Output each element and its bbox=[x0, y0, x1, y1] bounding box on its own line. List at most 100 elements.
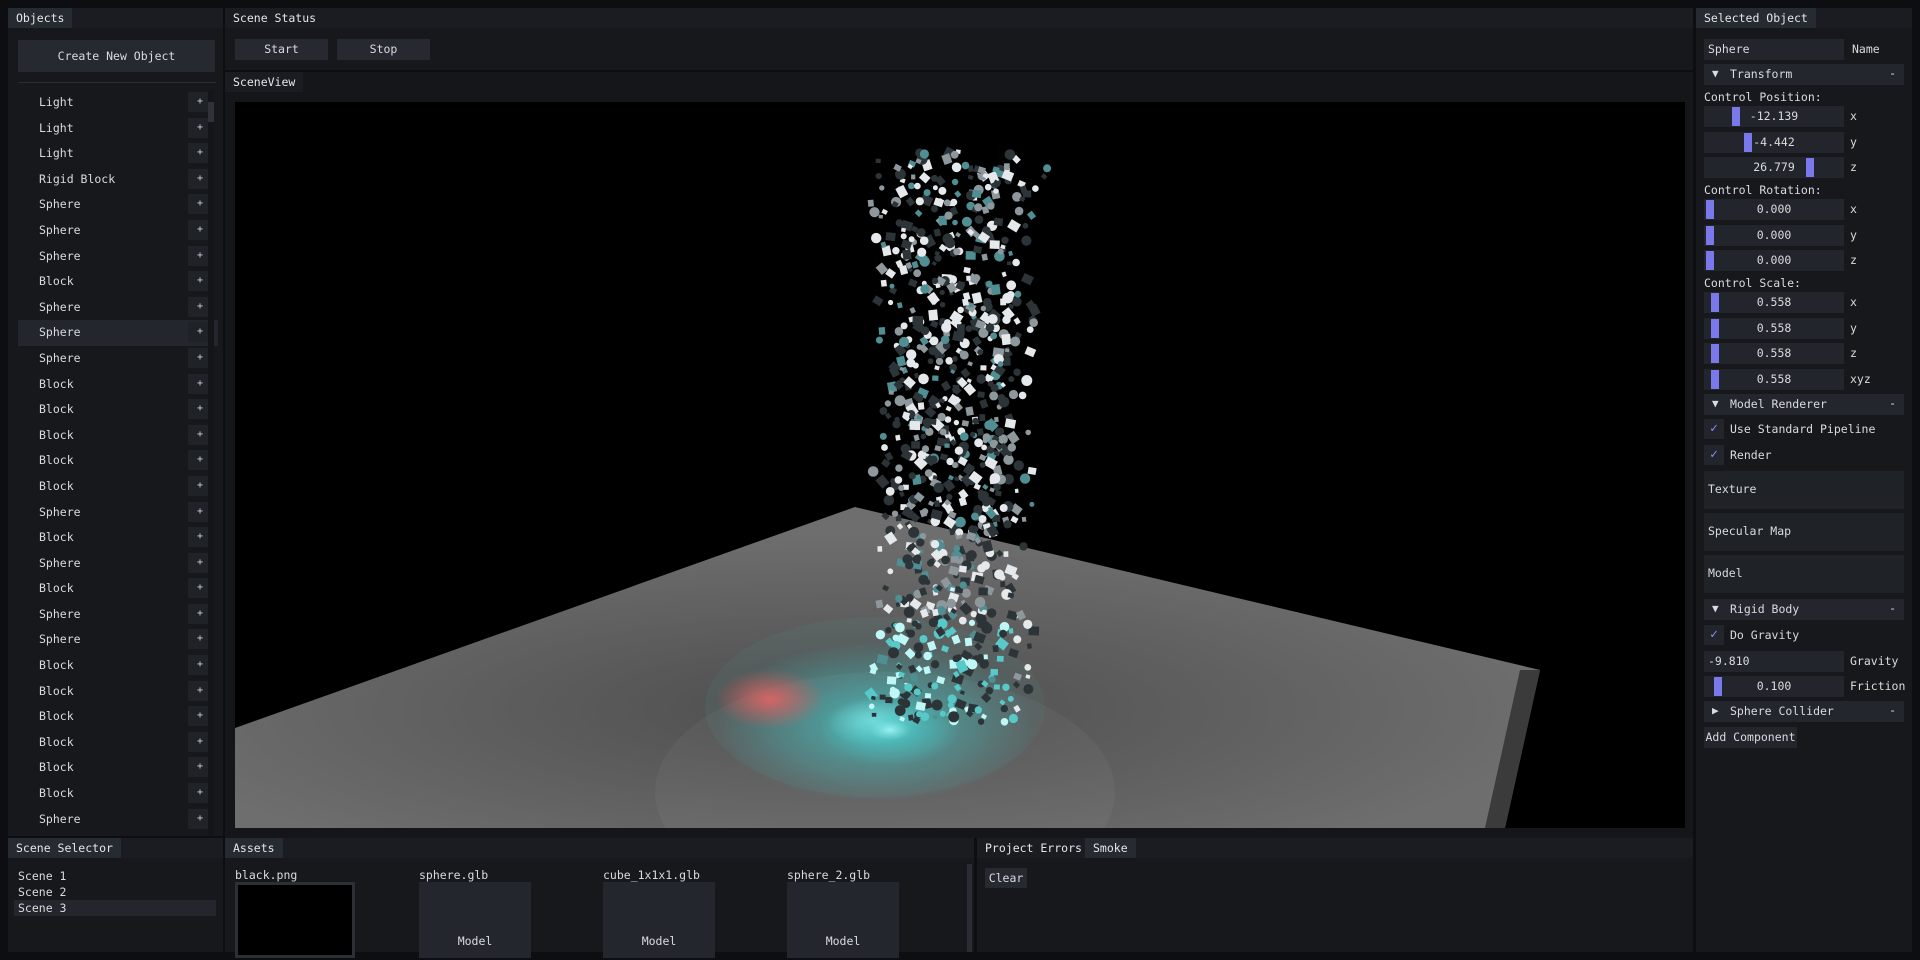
object-list-item[interactable]: Sphere + bbox=[18, 346, 218, 372]
axis-label: y bbox=[1850, 320, 1857, 335]
object-label: Block bbox=[39, 478, 74, 493]
sphere-particle bbox=[989, 473, 1001, 484]
value-slider[interactable]: 0.558 bbox=[1704, 343, 1844, 364]
sphere-particle bbox=[901, 699, 911, 708]
remove-component-button[interactable]: - bbox=[1889, 703, 1896, 717]
object-list-item[interactable]: Sphere + bbox=[18, 602, 218, 628]
model-thumbnail[interactable]: Model bbox=[603, 882, 715, 958]
object-list-item[interactable]: Light + bbox=[18, 116, 218, 142]
object-list-item[interactable]: Block + bbox=[18, 653, 218, 679]
remove-component-button[interactable]: - bbox=[1889, 601, 1896, 615]
object-list-item[interactable]: Sphere + bbox=[18, 807, 218, 833]
checkbox-checked-icon[interactable]: ✓ bbox=[1704, 419, 1724, 439]
smoke-tab[interactable]: Smoke bbox=[1085, 838, 1136, 858]
block-particle bbox=[990, 284, 1001, 296]
object-list-item[interactable]: Sphere + bbox=[18, 320, 218, 346]
stop-button[interactable]: Stop bbox=[337, 39, 430, 60]
checkbox-checked-icon[interactable]: ✓ bbox=[1704, 625, 1724, 645]
transform-header[interactable]: ▼ Transform - bbox=[1704, 64, 1904, 85]
object-list-item[interactable]: Block + bbox=[18, 525, 218, 551]
sphere-particle bbox=[943, 199, 951, 207]
scene-status-tab[interactable]: Scene Status bbox=[225, 8, 325, 28]
objects-tab[interactable]: Objects bbox=[8, 8, 73, 28]
assets-scrollbar[interactable] bbox=[967, 864, 972, 952]
assets-tab[interactable]: Assets bbox=[225, 838, 283, 858]
scene-item[interactable]: Scene 2 bbox=[14, 884, 216, 900]
block-particle bbox=[880, 279, 887, 287]
scene-selector-tab[interactable]: Scene Selector bbox=[8, 838, 121, 858]
selected-object-tab[interactable]: Selected Object bbox=[1696, 8, 1816, 28]
value-slider[interactable]: 0.558 bbox=[1704, 317, 1844, 339]
sphere-particle bbox=[988, 676, 996, 683]
value-slider[interactable]: -4.442 bbox=[1704, 131, 1844, 153]
value-slider[interactable]: 0.558 bbox=[1704, 292, 1844, 313]
sphere-collider-header[interactable]: ▶ Sphere Collider - bbox=[1704, 701, 1904, 722]
scene-viewport[interactable] bbox=[235, 102, 1685, 828]
value-slider[interactable]: 26.779 bbox=[1704, 157, 1844, 178]
object-list-item[interactable]: Sphere + bbox=[18, 551, 218, 577]
gravity-row: -9.810 Gravity bbox=[1704, 651, 1904, 672]
object-list-item[interactable]: Rigid Block + bbox=[18, 167, 218, 193]
texture-slot[interactable]: Texture bbox=[1704, 471, 1904, 509]
scene-item-selected[interactable]: Scene 3 bbox=[14, 900, 216, 916]
object-list-item[interactable]: Block + bbox=[18, 679, 218, 705]
start-button[interactable]: Start bbox=[235, 39, 328, 60]
sphere-particle bbox=[1029, 318, 1038, 327]
object-list-item[interactable]: Block + bbox=[18, 423, 218, 449]
remove-component-button[interactable]: - bbox=[1889, 66, 1896, 80]
project-errors-tab[interactable]: Project Errors bbox=[977, 838, 1090, 858]
clear-button[interactable]: Clear bbox=[985, 868, 1027, 888]
value-slider[interactable]: 0.000 bbox=[1704, 199, 1844, 220]
value-slider[interactable]: 0.558 bbox=[1704, 368, 1844, 390]
object-list-item[interactable]: Block + bbox=[18, 397, 218, 423]
object-list-item[interactable]: Block + bbox=[18, 474, 218, 500]
object-list-item[interactable]: Block + bbox=[18, 448, 218, 474]
object-list-item[interactable]: Block + bbox=[18, 576, 218, 602]
model-thumbnail[interactable]: Model bbox=[419, 882, 531, 958]
name-input[interactable]: Sphere bbox=[1704, 39, 1844, 60]
specular-map-slot[interactable]: Specular Map bbox=[1704, 513, 1904, 551]
object-label: Sphere bbox=[39, 504, 81, 519]
object-list-item[interactable]: Light + bbox=[18, 141, 218, 167]
model-slot[interactable]: Model bbox=[1704, 555, 1904, 593]
remove-component-button[interactable]: - bbox=[1889, 396, 1896, 410]
create-object-button[interactable]: Create New Object bbox=[18, 40, 215, 72]
value-slider[interactable]: -12.139 bbox=[1704, 106, 1844, 127]
block-particle bbox=[1013, 317, 1021, 325]
gravity-input[interactable]: -9.810 bbox=[1704, 651, 1844, 672]
object-list-item[interactable]: Sphere + bbox=[18, 627, 218, 653]
checkbox-checked-icon[interactable]: ✓ bbox=[1704, 445, 1724, 465]
object-list-item[interactable]: Light + bbox=[18, 90, 218, 116]
object-list-item[interactable]: Block + bbox=[18, 730, 218, 756]
value-slider[interactable]: 0.000 bbox=[1704, 250, 1844, 271]
object-list-item[interactable]: Sphere + bbox=[18, 500, 218, 526]
project-errors-panel: Project Errors Smoke Clear bbox=[977, 838, 1693, 952]
object-list-item[interactable]: Sphere + bbox=[18, 218, 218, 244]
object-label: Sphere bbox=[39, 325, 81, 340]
sphere-particle bbox=[900, 233, 907, 240]
model-renderer-header[interactable]: ▼ Model Renderer - bbox=[1704, 394, 1904, 415]
block-particle bbox=[1000, 581, 1006, 588]
block-particle bbox=[978, 587, 988, 596]
scene-view-tab[interactable]: SceneView bbox=[225, 72, 304, 92]
object-list-item[interactable]: Block + bbox=[18, 269, 218, 295]
scene-item[interactable]: Scene 1 bbox=[14, 868, 216, 884]
object-list-item[interactable]: Block + bbox=[18, 781, 218, 807]
sphere-particle bbox=[931, 699, 943, 711]
object-list-item[interactable]: Sphere + bbox=[18, 244, 218, 270]
object-list-item[interactable]: Block + bbox=[18, 372, 218, 398]
object-list-scrollbar[interactable] bbox=[208, 90, 214, 836]
rigid-body-header[interactable]: ▼ Rigid Body - bbox=[1704, 599, 1904, 620]
scrollbar-thumb[interactable] bbox=[208, 102, 214, 122]
object-list-item[interactable]: Block + bbox=[18, 755, 218, 781]
object-list-item[interactable]: Sphere + bbox=[18, 192, 218, 218]
object-list-item[interactable]: Sphere + bbox=[18, 295, 218, 321]
add-component-button[interactable]: Add Component bbox=[1704, 727, 1797, 748]
friction-slider[interactable]: 0.100 bbox=[1704, 676, 1844, 697]
model-thumbnail[interactable]: Model bbox=[787, 882, 899, 958]
image-thumbnail[interactable] bbox=[235, 882, 355, 958]
value-slider[interactable]: 0.000 bbox=[1704, 224, 1844, 246]
object-list-item[interactable]: Block + bbox=[18, 704, 218, 730]
sphere-particle bbox=[954, 446, 964, 455]
sphere-particle bbox=[942, 233, 954, 244]
